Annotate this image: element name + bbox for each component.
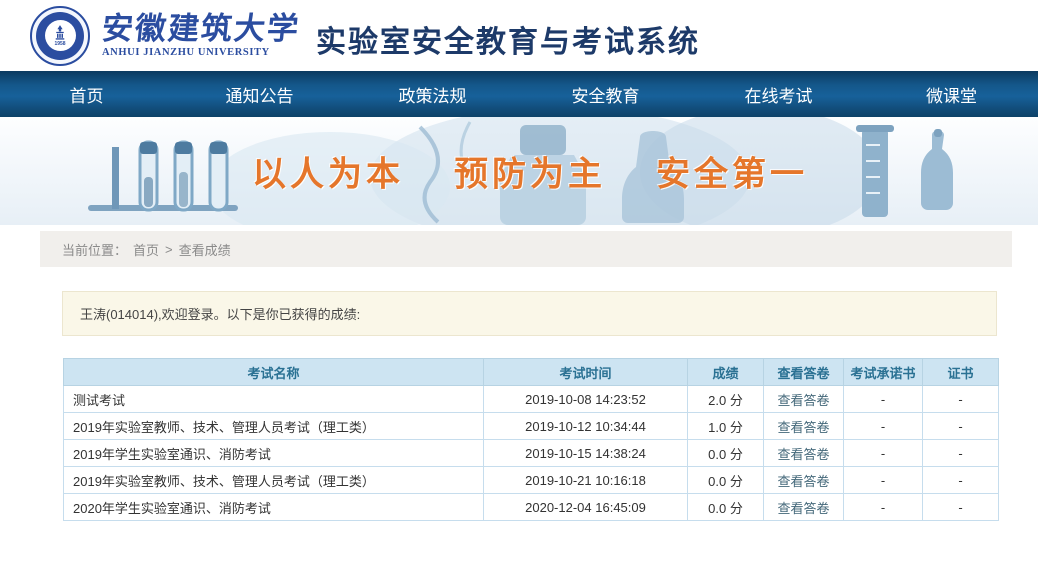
- exam-name-cell: 测试考试: [64, 386, 484, 413]
- exam-name-cell: 2020年学生实验室通识、消防考试: [64, 494, 484, 521]
- answers-cell: 查看答卷: [764, 440, 844, 467]
- slogan-phrase-3: 安全第一: [656, 147, 808, 196]
- certificate-cell: -: [923, 440, 999, 467]
- commitment-cell: -: [844, 467, 923, 494]
- welcome-box: 王涛(014014),欢迎登录。以下是你已获得的成绩:: [62, 291, 997, 336]
- score-cell: 0.0 分: [688, 440, 764, 467]
- slogan-phrase-2: 预防为主: [454, 147, 606, 196]
- seal-ring: 1958: [36, 12, 84, 60]
- nav-item[interactable]: 微课堂: [865, 71, 1038, 117]
- exam-time-cell: 2019-10-15 14:38:24: [484, 440, 688, 467]
- table-row: 2019年学生实验室通识、消防考试 2019-10-15 14:38:24 0.…: [64, 440, 999, 467]
- main-nav: 首页通知公告政策法规安全教育在线考试微课堂: [0, 71, 1038, 117]
- seal-year: 1958: [54, 42, 65, 47]
- nav-item[interactable]: 首页: [0, 71, 173, 117]
- site-header: 1958 安徽建筑大学 ANHUI JIANZHU UNIVERSITY 实验室…: [0, 0, 1038, 71]
- exam-time-cell: 2019-10-12 10:34:44: [484, 413, 688, 440]
- scores-table-body: 测试考试 2019-10-08 14:23:52 2.0 分 查看答卷 - - …: [64, 386, 999, 521]
- commitment-cell: -: [844, 440, 923, 467]
- table-row: 测试考试 2019-10-08 14:23:52 2.0 分 查看答卷 - -: [64, 386, 999, 413]
- view-answers-link[interactable]: 查看答卷: [777, 420, 829, 435]
- exam-time-cell: 2019-10-08 14:23:52: [484, 386, 688, 413]
- university-names: 安徽建筑大学 ANHUI JIANZHU UNIVERSITY: [102, 13, 300, 59]
- view-answers-link[interactable]: 查看答卷: [777, 501, 829, 516]
- breadcrumb-prefix: 当前位置：: [62, 240, 127, 259]
- table-row: 2019年实验室教师、技术、管理人员考试（理工类） 2019-10-21 10:…: [64, 467, 999, 494]
- column-header: 成绩: [688, 359, 764, 386]
- page: 1958 安徽建筑大学 ANHUI JIANZHU UNIVERSITY 实验室…: [0, 0, 1038, 584]
- exam-name-cell: 2019年实验室教师、技术、管理人员考试（理工类）: [64, 413, 484, 440]
- score-cell: 0.0 分: [688, 467, 764, 494]
- university-name-cn: 安徽建筑大学: [100, 13, 301, 46]
- banner-slogan: 以人为本 预防为主 安全第一: [252, 147, 808, 196]
- view-answers-link[interactable]: 查看答卷: [777, 474, 829, 489]
- university-seal-logo: 1958: [30, 6, 90, 66]
- exam-name-cell: 2019年实验室教师、技术、管理人员考试（理工类）: [64, 467, 484, 494]
- score-cell: 1.0 分: [688, 413, 764, 440]
- column-header: 查看答卷: [764, 359, 844, 386]
- view-answers-link[interactable]: 查看答卷: [777, 447, 829, 462]
- building-icon: [51, 24, 69, 42]
- column-header: 证书: [923, 359, 999, 386]
- commitment-cell: -: [844, 494, 923, 521]
- view-answers-link[interactable]: 查看答卷: [777, 393, 829, 408]
- page-title: 实验室安全教育与考试系统: [316, 17, 700, 61]
- certificate-cell: -: [923, 467, 999, 494]
- breadcrumb: 当前位置： 首页 > 查看成绩: [40, 231, 1012, 267]
- answers-cell: 查看答卷: [764, 494, 844, 521]
- commitment-cell: -: [844, 413, 923, 440]
- commitment-cell: -: [844, 386, 923, 413]
- score-cell: 0.0 分: [688, 494, 764, 521]
- column-header: 考试承诺书: [844, 359, 923, 386]
- table-row: 2019年实验室教师、技术、管理人员考试（理工类） 2019-10-12 10:…: [64, 413, 999, 440]
- university-name-en: ANHUI JIANZHU UNIVERSITY: [102, 47, 300, 58]
- answers-cell: 查看答卷: [764, 386, 844, 413]
- answers-cell: 查看答卷: [764, 467, 844, 494]
- breadcrumb-current: 查看成绩: [179, 240, 231, 259]
- breadcrumb-separator: >: [165, 242, 173, 257]
- nav-item[interactable]: 政策法规: [346, 71, 519, 117]
- column-header: 考试名称: [64, 359, 484, 386]
- exam-time-cell: 2019-10-21 10:16:18: [484, 467, 688, 494]
- exam-name-cell: 2019年学生实验室通识、消防考试: [64, 440, 484, 467]
- breadcrumb-home-link[interactable]: 首页: [133, 240, 159, 259]
- answers-cell: 查看答卷: [764, 413, 844, 440]
- slogan-phrase-1: 以人为本: [252, 147, 404, 196]
- banner: 以人为本 预防为主 安全第一: [0, 117, 1038, 225]
- table-row: 2020年学生实验室通识、消防考试 2020-12-04 16:45:09 0.…: [64, 494, 999, 521]
- welcome-message: 王涛(014014),欢迎登录。以下是你已获得的成绩:: [80, 304, 360, 323]
- nav-item[interactable]: 通知公告: [173, 71, 346, 117]
- certificate-cell: -: [923, 386, 999, 413]
- score-cell: 2.0 分: [688, 386, 764, 413]
- nav-item[interactable]: 在线考试: [692, 71, 865, 117]
- exam-time-cell: 2020-12-04 16:45:09: [484, 494, 688, 521]
- certificate-cell: -: [923, 494, 999, 521]
- nav-item[interactable]: 安全教育: [519, 71, 692, 117]
- certificate-cell: -: [923, 413, 999, 440]
- column-header: 考试时间: [484, 359, 688, 386]
- seal-center: 1958: [45, 20, 76, 51]
- scores-table: 考试名称考试时间成绩查看答卷考试承诺书证书 测试考试 2019-10-08 14…: [63, 358, 999, 521]
- table-header-row: 考试名称考试时间成绩查看答卷考试承诺书证书: [64, 359, 999, 386]
